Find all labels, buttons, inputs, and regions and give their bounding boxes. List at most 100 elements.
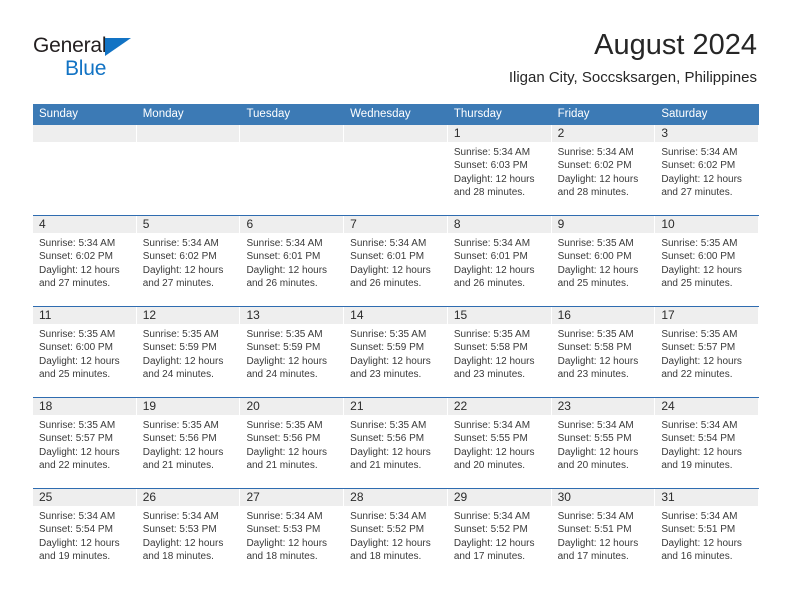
sunset-time: Sunset: 5:52 PM [350,524,425,536]
calendar-day-cell[interactable]: 3 Sunrise: 5:34 AM Sunset: 6:02 PM Daylight… [655,125,759,215]
day-number-band: 1 [447,125,551,142]
calendar-day-cell[interactable]: 24 Sunrise: 5:34 AM Sunset: 5:54 PM Dayligh… [655,398,759,488]
day-number-band: 22 [447,398,551,415]
day-details: Sunrise: 5:35 AM Sunset: 5:58 PM Daylight:… [448,324,552,381]
day-number: 18 [39,399,53,413]
daylight-duration-line1: Daylight: 12 hours [453,446,535,458]
calendar-day-cell[interactable]: 15 Sunrise: 5:35 AM Sunset: 5:58 PM Dayligh… [447,307,552,397]
sunset-time: Sunset: 6:00 PM [557,251,632,263]
daylight-duration-line2: and 22 minutes. [39,459,111,471]
day-number: 5 [142,217,150,231]
generalblue-logo[interactable]: General Blue [33,34,163,86]
sunrise-time: Sunrise: 5:35 AM [350,329,427,340]
calendar-day-cell[interactable]: 4 Sunrise: 5:34 AM Sunset: 6:02 PM Daylight… [33,216,137,306]
calendar-day-cell[interactable]: 27 Sunrise: 5:34 AM Sunset: 5:53 PM Dayligh… [240,489,344,579]
sunrise-time: Sunrise: 5:35 AM [142,420,219,431]
day-number-band: 24 [655,398,759,415]
sunset-time: Sunset: 5:59 PM [350,342,425,354]
logo-triangle-icon [105,38,131,56]
day-details: Sunrise: 5:34 AM Sunset: 6:02 PM Daylight:… [33,233,137,290]
calendar-day-cell[interactable]: 18 Sunrise: 5:35 AM Sunset: 5:57 PM Dayligh… [33,398,137,488]
daylight-duration-line1: Daylight: 12 hours [142,264,224,276]
day-number: 26 [142,490,157,504]
calendar-day-cell[interactable]: 9 Sunrise: 5:35 AM Sunset: 6:00 PM Daylight… [551,216,656,306]
day-number: 27 [246,490,260,504]
daylight-duration-line1: Daylight: 12 hours [453,173,535,185]
calendar-day-cell[interactable]: 2 Sunrise: 5:34 AM Sunset: 6:02 PM Daylight… [551,125,656,215]
daylight-duration-line1: Daylight: 12 hours [557,173,639,185]
calendar-day-cell[interactable]: 30 Sunrise: 5:34 AM Sunset: 5:51 PM Dayligh… [551,489,656,579]
calendar-day-cell[interactable]: 26 Sunrise: 5:34 AM Sunset: 5:53 PM Dayligh… [136,489,241,579]
day-number: 11 [39,308,52,322]
sunrise-time: Sunrise: 5:35 AM [557,238,634,249]
calendar-day-cell[interactable]: 5 Sunrise: 5:34 AM Sunset: 6:02 PM Daylight… [136,216,241,306]
logo-text-blue: Blue [65,57,107,80]
day-details: Sunrise: 5:35 AM Sunset: 6:00 PM Daylight:… [33,324,137,381]
calendar-day-cell[interactable]: 6 Sunrise: 5:34 AM Sunset: 6:01 PM Daylight… [240,216,344,306]
day-details: Sunrise: 5:35 AM Sunset: 5:56 PM Daylight:… [240,415,344,472]
daylight-duration-line2: and 27 minutes. [39,277,111,289]
daylight-duration-line1: Daylight: 12 hours [142,446,224,458]
calendar-week-row: 18 Sunrise: 5:35 AM Sunset: 5:57 PM Dayligh… [33,397,759,488]
day-number-band: 29 [447,489,551,506]
calendar-day-cell[interactable]: 29 Sunrise: 5:34 AM Sunset: 5:52 PM Dayligh… [447,489,552,579]
page-title: August 2024 [594,29,757,61]
sunset-time: Sunset: 5:59 PM [246,342,321,354]
day-number-band: 9 [551,216,655,233]
daylight-duration-line2: and 28 minutes. [557,186,629,198]
calendar-grid: Sunday Monday Tuesday Wednesday Thursday… [33,104,759,579]
calendar-day-cell[interactable]: 1 Sunrise: 5:34 AM Sunset: 6:03 PM Daylight… [447,125,552,215]
day-number-band: 16 [551,307,655,324]
day-number-band [240,125,344,142]
calendar-day-cell[interactable]: 14 Sunrise: 5:35 AM Sunset: 5:59 PM Dayligh… [344,307,448,397]
daylight-duration-line1: Daylight: 12 hours [661,264,742,276]
day-number-band: 19 [136,398,240,415]
day-number: 4 [39,217,46,231]
daylight-duration-line2: and 25 minutes. [557,277,629,289]
daylight-duration-line1: Daylight: 12 hours [246,264,328,276]
daylight-duration-line2: and 26 minutes. [350,277,422,289]
sunset-time: Sunset: 6:03 PM [453,160,528,172]
calendar-day-cell[interactable]: 17 Sunrise: 5:35 AM Sunset: 5:57 PM Dayligh… [655,307,759,397]
logo-text-general: General [33,34,107,57]
sunset-time: Sunset: 6:02 PM [39,251,113,263]
calendar-day-cell[interactable]: 19 Sunrise: 5:35 AM Sunset: 5:56 PM Dayligh… [136,398,241,488]
sunset-time: Sunset: 5:56 PM [142,433,217,445]
calendar-day-cell[interactable]: 16 Sunrise: 5:35 AM Sunset: 5:58 PM Dayligh… [551,307,656,397]
sunset-time: Sunset: 5:58 PM [557,342,632,354]
sunrise-time: Sunrise: 5:34 AM [557,511,634,522]
calendar-day-cell[interactable]: 20 Sunrise: 5:35 AM Sunset: 5:56 PM Dayligh… [240,398,344,488]
daylight-duration-line2: and 17 minutes. [453,550,526,562]
day-number-band: 23 [551,398,655,415]
day-number: 25 [39,490,53,504]
day-details: Sunrise: 5:34 AM Sunset: 6:01 PM Daylight:… [240,233,344,290]
calendar-day-cell[interactable]: 11 Sunrise: 5:35 AM Sunset: 6:00 PM Dayligh… [33,307,137,397]
calendar-day-cell[interactable]: 12 Sunrise: 5:35 AM Sunset: 5:59 PM Dayligh… [136,307,241,397]
calendar-day-cell[interactable]: 13 Sunrise: 5:35 AM Sunset: 5:59 PM Dayligh… [240,307,344,397]
day-details: Sunrise: 5:34 AM Sunset: 5:53 PM Daylight:… [240,506,344,563]
calendar-day-cell[interactable]: 10 Sunrise: 5:35 AM Sunset: 6:00 PM Dayligh… [655,216,759,306]
day-number: 28 [350,490,364,504]
calendar-day-cell[interactable]: 21 Sunrise: 5:35 AM Sunset: 5:56 PM Dayligh… [344,398,448,488]
daylight-duration-line1: Daylight: 12 hours [453,264,535,276]
sunrise-time: Sunrise: 5:35 AM [142,329,219,340]
calendar-day-cell[interactable]: 22 Sunrise: 5:34 AM Sunset: 5:55 PM Dayligh… [447,398,552,488]
calendar-day-cell[interactable]: 7 Sunrise: 5:34 AM Sunset: 6:01 PM Daylight… [344,216,448,306]
calendar-day-cell[interactable]: 31 Sunrise: 5:34 AM Sunset: 5:51 PM Dayligh… [655,489,759,579]
sunset-time: Sunset: 6:02 PM [661,160,736,172]
calendar-day-cell[interactable]: 8 Sunrise: 5:34 AM Sunset: 6:01 PM Daylight… [447,216,552,306]
day-number: 15 [453,308,468,322]
calendar-day-cell[interactable]: 28 Sunrise: 5:34 AM Sunset: 5:52 PM Dayligh… [344,489,448,579]
day-details: Sunrise: 5:34 AM Sunset: 5:51 PM Daylight:… [552,506,656,563]
calendar-weeks: 1 Sunrise: 5:34 AM Sunset: 6:03 PM Daylight… [33,125,759,579]
day-details: Sunrise: 5:35 AM Sunset: 6:00 PM Daylight:… [552,233,656,290]
daylight-duration-line2: and 16 minutes. [661,550,733,562]
page-subtitle: Iligan City, Soccsksargen, Philippines [508,69,757,86]
calendar-day-cell[interactable]: 25 Sunrise: 5:34 AM Sunset: 5:54 PM Dayligh… [33,489,137,579]
calendar-day-cell[interactable]: 23 Sunrise: 5:34 AM Sunset: 5:55 PM Dayligh… [551,398,656,488]
daylight-duration-line2: and 21 minutes. [350,459,422,471]
sunrise-time: Sunrise: 5:35 AM [350,420,427,431]
sunrise-time: Sunrise: 5:34 AM [350,511,427,522]
sunrise-time: Sunrise: 5:35 AM [557,329,634,340]
sunrise-time: Sunrise: 5:35 AM [661,329,738,340]
